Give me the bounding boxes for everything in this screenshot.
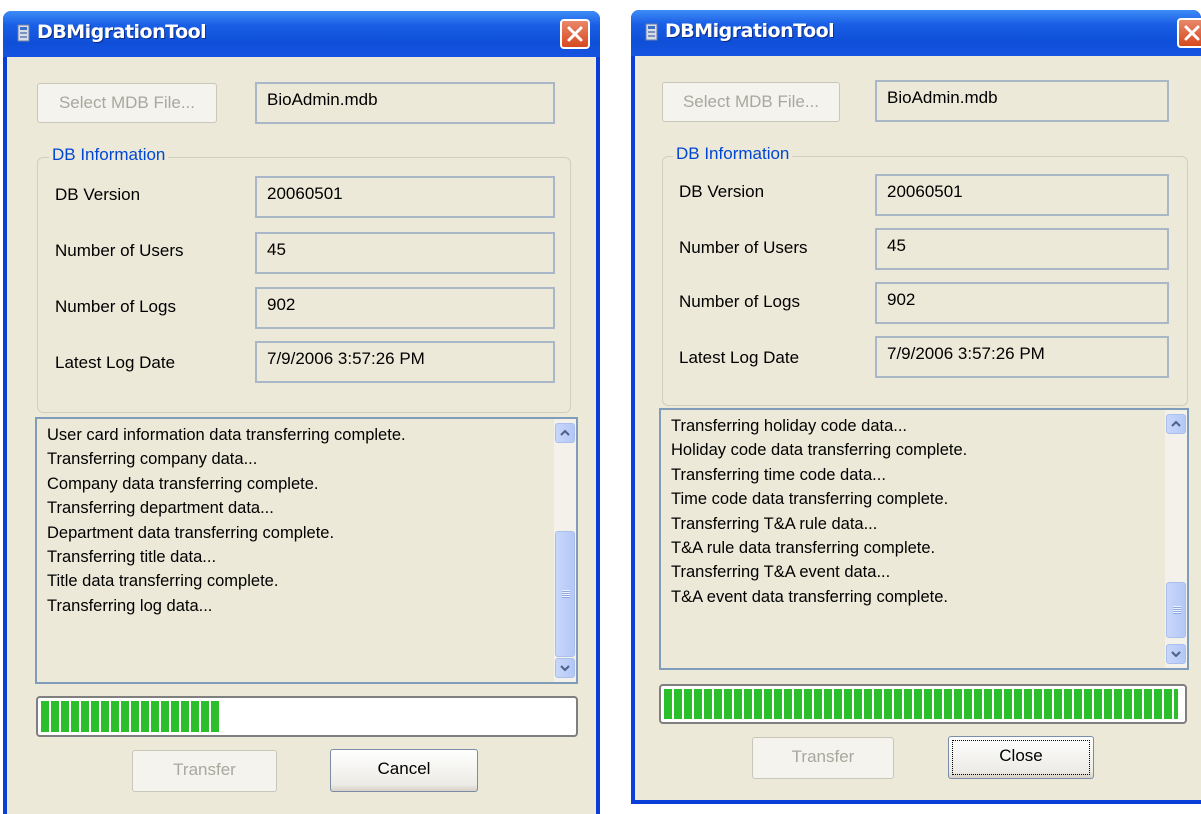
close-icon [1184, 25, 1200, 41]
migration-window-left: DBMigrationTool Select MDB File... BioAd… [3, 11, 600, 814]
log-scrollbar[interactable] [1165, 410, 1187, 668]
latest-log-date-field: 7/9/2006 3:57:26 PM [255, 341, 555, 383]
arrow-up-icon [1171, 420, 1181, 427]
log-line: Transferring holiday code data... [671, 417, 908, 435]
number-of-users-label: Number of Users [55, 241, 184, 260]
number-of-logs-field: 902 [875, 282, 1169, 324]
progress-fill [41, 701, 221, 732]
number-of-logs-label: Number of Logs [679, 292, 800, 311]
transfer-button[interactable]: Transfer [752, 737, 894, 779]
app-db-icon [645, 23, 658, 41]
scroll-thumb[interactable] [1166, 582, 1186, 638]
log-textarea[interactable]: User card information data transferring … [35, 417, 578, 684]
title-bar[interactable]: DBMigrationTool [631, 10, 1201, 56]
close-button[interactable]: Close [948, 736, 1094, 779]
migration-window-right: DBMigrationTool Select MDB File... BioAd… [631, 10, 1201, 804]
log-line: Company data transferring complete. [47, 474, 319, 493]
log-line: T&A event data transferring complete. [671, 587, 948, 606]
scroll-up-button[interactable] [1166, 414, 1186, 434]
title-bar[interactable]: DBMigrationTool [3, 11, 600, 57]
arrow-up-icon [560, 429, 570, 436]
log-scrollbar[interactable] [554, 419, 576, 682]
db-information-title: DB Information [673, 144, 793, 164]
db-version-field: 20060501 [255, 176, 555, 218]
progress-fill [664, 689, 1178, 719]
scroll-thumb[interactable] [555, 531, 575, 657]
close-window-button[interactable] [1177, 18, 1201, 48]
db-version-label: DB Version [55, 185, 141, 204]
scroll-up-button[interactable] [555, 423, 575, 443]
close-icon [567, 26, 583, 42]
db-version-field: 20060501 [875, 174, 1169, 216]
close-window-button[interactable] [560, 19, 590, 49]
number-of-users-field: 45 [875, 228, 1169, 270]
db-information-title: DB Information [49, 145, 169, 165]
app-db-icon [17, 24, 30, 42]
log-line: Transferring time code data... [671, 465, 886, 484]
window-title: DBMigrationTool [665, 20, 835, 42]
transfer-progress-bar [659, 684, 1187, 724]
number-of-logs-field: 902 [255, 287, 555, 329]
dialog-body: Select MDB File... BioAdmin.mdb DB Infor… [7, 57, 596, 814]
log-line: Holiday code data transferring complete. [671, 441, 968, 460]
scroll-down-button[interactable] [555, 658, 575, 678]
arrow-down-icon [560, 665, 570, 672]
log-line: User card information data transferring … [47, 426, 406, 444]
log-line: Transferring T&A rule data... [671, 514, 878, 533]
log-textarea[interactable]: Transferring holiday code data... Holida… [659, 408, 1189, 670]
window-title: DBMigrationTool [37, 21, 207, 43]
select-mdb-button[interactable]: Select MDB File... [37, 83, 217, 123]
log-line: Transferring department data... [47, 499, 274, 518]
db-version-label: DB Version [679, 182, 765, 201]
mdb-file-field: BioAdmin.mdb [255, 82, 555, 124]
cancel-button[interactable]: Cancel [330, 749, 478, 792]
log-line: Transferring title data... [47, 548, 217, 567]
latest-log-date-label: Latest Log Date [679, 348, 800, 367]
log-lines: User card information data transferring … [47, 423, 406, 618]
grip-icon [562, 590, 570, 598]
arrow-down-icon [1171, 651, 1181, 658]
log-line: Department data transferring complete. [47, 523, 335, 542]
log-line: Transferring log data... [47, 596, 213, 615]
number-of-users-field: 45 [255, 232, 555, 274]
log-line: Title data transferring complete. [47, 572, 279, 591]
log-line: Transferring T&A event data... [671, 563, 891, 582]
log-line: T&A rule data transferring complete. [671, 539, 936, 558]
latest-log-date-field: 7/9/2006 3:57:26 PM [875, 336, 1169, 378]
dialog-body: Select MDB File... BioAdmin.mdb DB Infor… [635, 56, 1201, 800]
scroll-down-button[interactable] [1166, 644, 1186, 664]
log-lines: Transferring holiday code data... Holida… [671, 414, 967, 609]
log-line: Time code data transferring complete. [671, 490, 949, 509]
transfer-button[interactable]: Transfer [132, 750, 277, 792]
transfer-progress-bar [36, 696, 578, 737]
grip-icon [1173, 606, 1181, 614]
latest-log-date-label: Latest Log Date [55, 353, 176, 372]
mdb-file-field: BioAdmin.mdb [875, 80, 1169, 122]
log-line: Transferring company data... [47, 450, 258, 469]
number-of-users-label: Number of Users [679, 238, 808, 257]
select-mdb-button[interactable]: Select MDB File... [662, 82, 840, 122]
number-of-logs-label: Number of Logs [55, 297, 176, 316]
